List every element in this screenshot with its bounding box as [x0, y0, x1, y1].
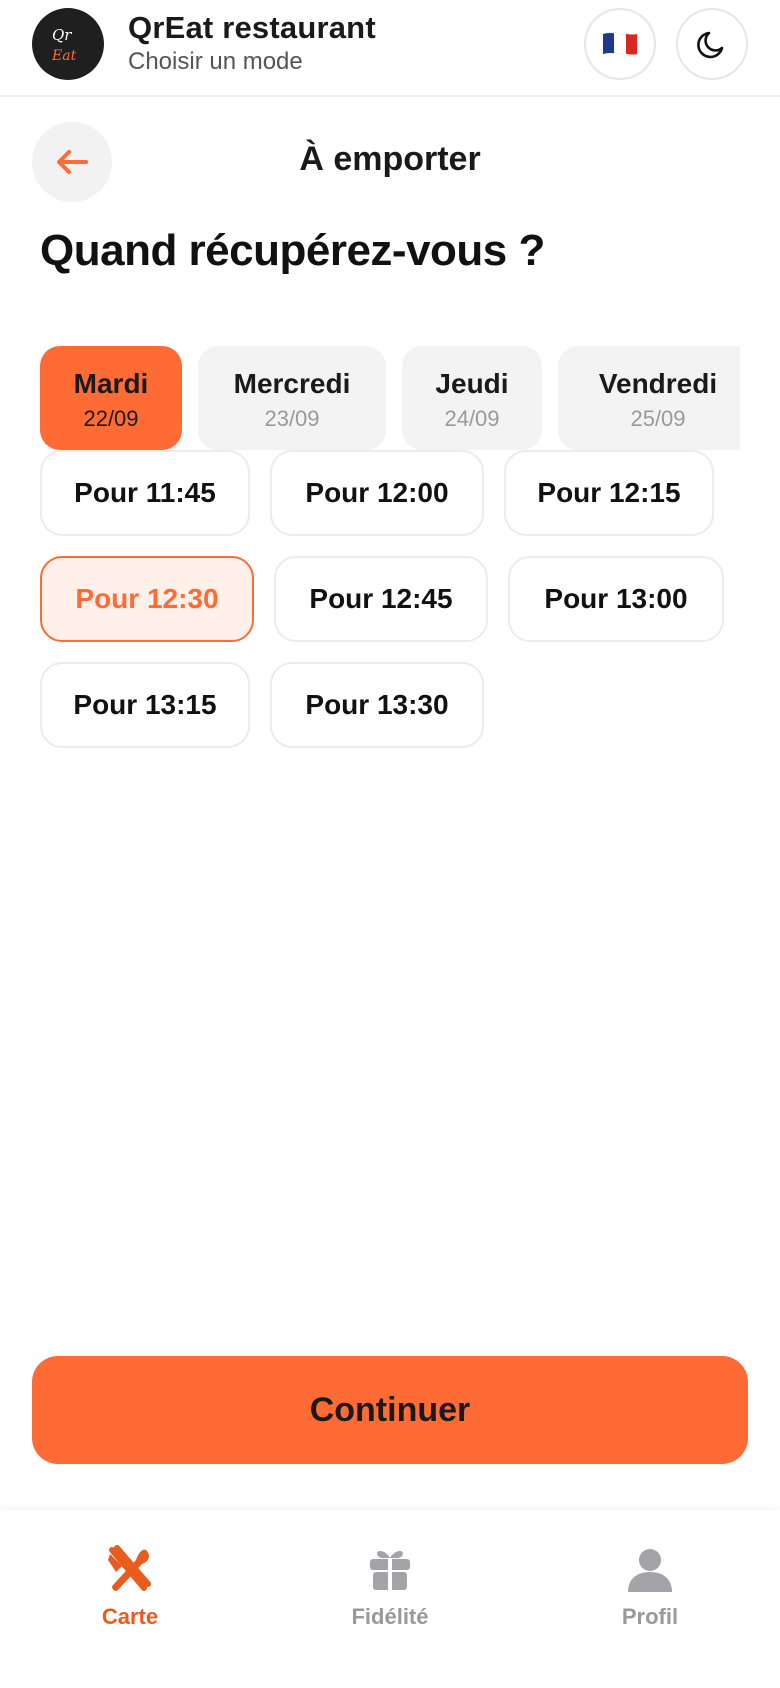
- language-button[interactable]: [584, 8, 656, 80]
- day-tab-jeudi[interactable]: Jeudi 24/09: [402, 346, 542, 450]
- day-tab-mercredi[interactable]: Mercredi 23/09: [198, 346, 386, 450]
- time-slot-1200[interactable]: Pour 12:00: [270, 450, 484, 536]
- continue-button[interactable]: Continuer: [32, 1356, 748, 1464]
- nav-item-fidelite[interactable]: Fidélité: [300, 1544, 480, 1630]
- svg-text:Qr: Qr: [52, 26, 72, 44]
- mode-subtitle: Choisir un mode: [128, 48, 303, 75]
- day-date: 22/09: [83, 406, 139, 431]
- flag-fr-icon: [602, 32, 638, 56]
- day-date: 23/09: [264, 406, 320, 431]
- day-name: Mardi: [73, 368, 149, 399]
- app-header: Qr Eat QrEat restaurant Choisir un mode: [0, 0, 780, 97]
- cutlery-icon: [108, 1545, 151, 1591]
- svg-text:Eat: Eat: [51, 48, 77, 64]
- nav-item-profil[interactable]: Profil: [560, 1544, 740, 1630]
- nav-label: Profil: [621, 1604, 679, 1629]
- day-name: Mercredi: [233, 368, 351, 399]
- theme-toggle-button[interactable]: [676, 8, 748, 80]
- time-slot-1145[interactable]: Pour 11:45: [40, 450, 250, 536]
- nav-item-carte[interactable]: Carte: [40, 1544, 220, 1630]
- time-slot-1330[interactable]: Pour 13:30: [270, 662, 484, 748]
- day-name: Vendredi: [598, 368, 718, 399]
- day-date: 24/09: [444, 406, 500, 431]
- time-slot-1230[interactable]: Pour 12:30: [40, 556, 254, 642]
- restaurant-name: QrEat restaurant: [128, 10, 376, 45]
- bottom-navigation: Carte Fidélité Profil: [0, 1510, 780, 1688]
- page-title: À emporter: [299, 140, 481, 178]
- time-slot-1300[interactable]: Pour 13:00: [508, 556, 724, 642]
- time-slot-1215[interactable]: Pour 12:15: [504, 450, 714, 536]
- nav-label: Carte: [101, 1604, 159, 1629]
- gift-icon: [370, 1551, 410, 1590]
- day-date: 25/09: [630, 406, 686, 431]
- time-slot-1315[interactable]: Pour 13:15: [40, 662, 250, 748]
- pickup-question: Quand récupérez-vous ?: [40, 226, 545, 275]
- user-icon: [628, 1549, 672, 1592]
- day-name: Jeudi: [435, 368, 509, 399]
- nav-label: Fidélité: [351, 1604, 429, 1629]
- moon-icon: [697, 31, 724, 59]
- restaurant-logo: Qr Eat: [32, 8, 104, 80]
- day-tab-vendredi[interactable]: Vendredi 25/09: [558, 346, 740, 450]
- time-slot-1245[interactable]: Pour 12:45: [274, 556, 488, 642]
- day-tab-mardi[interactable]: Mardi 22/09: [40, 346, 182, 450]
- day-selector: Mardi 22/09 Mercredi 23/09 Jeudi 24/09 V…: [40, 346, 740, 450]
- logo-mark: Qr Eat: [51, 26, 77, 64]
